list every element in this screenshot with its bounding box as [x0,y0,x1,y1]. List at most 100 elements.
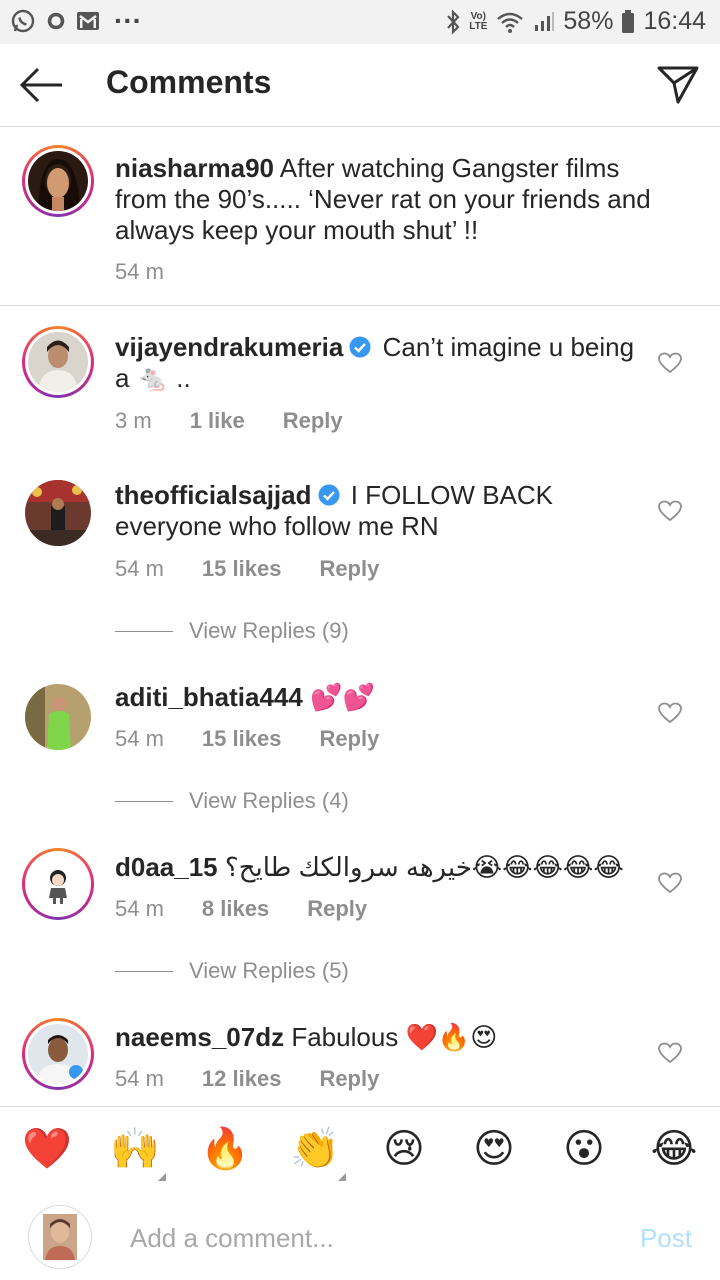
post-caption: niasharma90 After watching Gangster film… [0,127,720,306]
status-bar-left: ··· [10,5,142,36]
comment-time: 54 m [115,896,164,921]
view-replies-label[interactable]: View Replies (4) [189,788,349,814]
page-title: Comments [106,64,272,100]
signal-icon [533,11,555,33]
comment-username[interactable]: d0aa_15 [115,852,218,882]
comment-username[interactable]: naeems_07dz [115,1022,284,1052]
divider [115,630,173,632]
comment-meta: 54 m 12 likes Reply [115,1066,417,1092]
emoji-clapping-hands[interactable]: 👏 [290,1125,340,1173]
reply-button[interactable]: Reply [283,408,343,434]
comment-time: 3 m [115,408,152,433]
avatar-ring[interactable] [22,145,94,217]
comment-likes[interactable]: 12 likes [202,1066,282,1092]
wifi-icon [495,10,525,34]
caption-text: niasharma90 After watching Gangster film… [115,153,655,246]
comment-item: vijayendrakumeria Can’t imagine u being … [0,306,720,454]
avatar-ring[interactable] [22,848,94,920]
comment-username[interactable]: vijayendrakumeria [115,332,343,362]
skin-tone-indicator [338,1173,346,1181]
comment-meta: 54 m 15 likes Reply [115,556,417,582]
divider [115,970,173,972]
battery-percent: 58% [563,7,614,35]
reply-button[interactable]: Reply [319,726,379,752]
view-replies-label[interactable]: View Replies (9) [189,618,349,644]
view-replies-button[interactable]: View Replies (9) [115,618,349,644]
comment-likes[interactable]: 15 likes [202,556,282,582]
emoji-crying-face[interactable]: 😢 [380,1125,428,1173]
heart-icon[interactable] [658,1042,682,1064]
comment-item: d0aa_15 خيرهه سروالكك طايح؟😭😂😂😂😂 54 m 8 … [0,844,720,1014]
comment-meta: 54 m 8 likes Reply [115,896,405,922]
emoji-quick-bar: ❤️ 🙌 🔥 👏 😢 😍 😮 😂 [0,1106,720,1194]
volte-icon: Vo) LTE [469,10,488,32]
comment-body: 💕💕 [310,682,375,712]
comments-header: Comments [0,44,720,127]
avatar[interactable] [25,480,91,546]
avatar [28,854,88,914]
comment-composer: Post [0,1193,720,1280]
whatsapp-icon [10,8,36,34]
heart-icon[interactable] [658,500,682,522]
comment-body: خيرهه سروالكك طايح؟😭😂😂😂😂 [224,852,624,882]
view-replies-label[interactable]: View Replies (5) [189,958,349,984]
comment-meta: 54 m 15 likes Reply [115,726,417,752]
comment-username[interactable]: theofficialsajjad [115,480,312,510]
heart-icon[interactable] [658,872,682,894]
post-button[interactable]: Post [640,1223,692,1254]
comment-text: naeems_07dz Fabulous ❤️🔥😍 [115,1022,655,1053]
current-user-avatar [28,1205,92,1269]
emoji-heart-eyes[interactable]: 😍 [470,1125,518,1173]
comment-username[interactable]: aditi_bhatia444 [115,682,303,712]
comment-likes[interactable]: 8 likes [202,896,269,922]
comment-likes[interactable]: 1 like [190,408,245,434]
skin-tone-indicator [158,1173,166,1181]
caption-meta: 54 m [115,259,202,285]
bluetooth-icon [445,8,461,35]
heart-icon[interactable] [658,352,682,374]
caption-username[interactable]: niasharma90 [115,153,274,183]
verified-badge-icon [349,334,371,358]
status-time: 16:44 [643,7,706,35]
status-bar: ··· Vo) LTE 58% 16:44 [0,0,720,44]
avatar-ring[interactable] [22,326,94,398]
emoji-tears-of-joy[interactable]: 😂 [650,1125,698,1173]
view-replies-button[interactable]: View Replies (5) [115,958,349,984]
more-dots-icon: ··· [114,5,142,36]
comment-time: 54 m [115,1066,164,1091]
circle-icon [46,11,66,31]
avatar-ring[interactable] [22,1018,94,1090]
comment-likes[interactable]: 15 likes [202,726,282,752]
emoji-raised-hands[interactable]: 🙌 [110,1125,160,1173]
heart-icon[interactable] [658,702,682,724]
comment-text: aditi_bhatia444 💕💕 [115,682,655,713]
comment-item: aditi_bhatia444 💕💕 54 m 15 likes Reply V… [0,674,720,844]
comment-text: theofficialsajjad I FOLLOW BACK everyone… [115,480,655,542]
emoji-fire[interactable]: 🔥 [200,1125,250,1173]
comment-item: naeems_07dz Fabulous ❤️🔥😍 54 m 12 likes … [0,1014,720,1106]
reply-button[interactable]: Reply [319,1066,379,1092]
avatar [28,332,88,392]
divider [115,800,173,802]
status-bar-right: Vo) LTE 58% 16:44 [445,7,706,36]
emoji-surprised-face[interactable]: 😮 [560,1125,608,1173]
comment-time: 54 m [115,726,164,751]
avatar[interactable] [25,684,91,750]
reply-button[interactable]: Reply [307,896,367,922]
comment-meta: 3 m 1 like Reply [115,408,381,434]
comment-time: 54 m [115,556,164,581]
reply-button[interactable]: Reply [319,556,379,582]
comment-item: theofficialsajjad I FOLLOW BACK everyone… [0,454,720,674]
direct-message-icon[interactable] [656,64,700,106]
avatar [28,1024,88,1084]
battery-icon [621,9,635,34]
comment-text: vijayendrakumeria Can’t imagine u being … [115,332,655,394]
view-replies-button[interactable]: View Replies (4) [115,788,349,814]
comment-input[interactable] [128,1215,612,1261]
back-arrow-icon[interactable] [18,64,66,106]
emoji-heart[interactable]: ❤️ [22,1125,72,1173]
gmail-icon [76,11,100,31]
caption-time: 54 m [115,259,164,284]
avatar [28,151,88,211]
comment-text: d0aa_15 خيرهه سروالكك طايح؟😭😂😂😂😂 [115,852,655,883]
